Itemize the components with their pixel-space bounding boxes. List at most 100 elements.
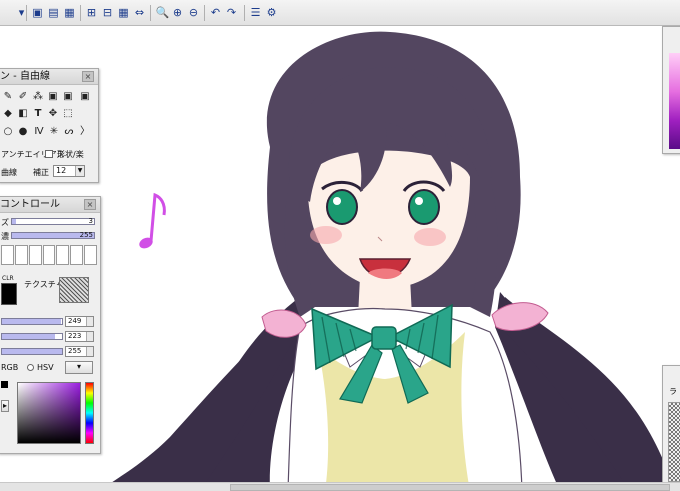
hsv-radio[interactable] xyxy=(27,364,34,371)
blur-tool-icon[interactable]: ▣ xyxy=(62,91,74,103)
control-panel: コントロール × ズ 3 濃 255 CLR テクスチャ 249 223 255… xyxy=(0,196,101,454)
curve-label: 曲線 xyxy=(1,168,17,177)
color-mode-dropdown[interactable]: ▾ xyxy=(65,361,93,374)
redo-icon: ↷ xyxy=(226,5,237,19)
main-toolbar: ▾ ▣ ▤ ▦ ⊞ ⊟ ▦ ⇔ 🔍 ⊕ ⊖ ↶ ↷ ☰ ⚙ xyxy=(0,0,680,26)
rgb-label: RGB xyxy=(1,363,19,372)
fit-width-icon[interactable]: ⇔ xyxy=(132,5,147,20)
green-slider-fill xyxy=(2,334,55,339)
stamp-tool-icon[interactable]: ▣ xyxy=(47,91,59,103)
clr-label[interactable]: CLR xyxy=(2,275,14,282)
control-panel-close-button[interactable]: × xyxy=(84,199,96,210)
table-view-icon[interactable]: ▦ xyxy=(116,5,131,20)
zoom-fit-icon[interactable]: 🔍 xyxy=(154,5,170,20)
blue-slider-fill xyxy=(2,349,62,354)
filled-circle-shape-icon[interactable]: ● xyxy=(17,126,29,138)
blue-value-field[interactable]: 255 xyxy=(65,346,94,357)
eraser-tool-icon[interactable]: ▣ xyxy=(79,91,91,103)
settings-tool-icon: ⚙ xyxy=(266,5,277,19)
horizontal-scrollbar[interactable] xyxy=(0,482,680,491)
size-slider[interactable]: 3 xyxy=(11,217,95,225)
pen-tool-icon[interactable]: ✎ xyxy=(2,91,14,103)
zoom-out-icon[interactable]: ⊖ xyxy=(186,5,201,20)
brush-preset-6-icon[interactable] xyxy=(70,245,84,265)
zoom-in-icon: ⊕ xyxy=(172,5,183,19)
settings-tool-icon[interactable]: ⚙ xyxy=(264,5,279,20)
circle-shape-icon[interactable]: ○ xyxy=(2,126,14,138)
correction-label: 補正 xyxy=(33,168,49,177)
zoom-in-icon[interactable]: ⊕ xyxy=(170,5,185,20)
chevron-right-icon: ▸ xyxy=(2,401,7,410)
open-canvas-icon[interactable]: ▤ xyxy=(46,5,61,20)
brush-preset-5-icon[interactable] xyxy=(56,245,70,265)
hue-slider[interactable] xyxy=(85,382,94,444)
music-note-decoration xyxy=(139,192,166,249)
chevron-down-icon: ▾ xyxy=(76,362,81,371)
brush-preset-2-icon[interactable] xyxy=(14,245,28,265)
scrollbar-thumb[interactable] xyxy=(230,484,670,491)
select-tool-icon[interactable]: ⬚ xyxy=(62,108,74,120)
layer-panel-title[interactable]: ラ xyxy=(669,386,677,397)
palette-grid[interactable] xyxy=(669,53,680,149)
character-illustration xyxy=(100,31,675,491)
zoom-out-icon: ⊖ xyxy=(188,5,199,19)
brush-tool-icon[interactable]: ✐ xyxy=(17,91,29,103)
color-reset-button[interactable]: ▸ xyxy=(1,400,9,412)
green-value: 223 xyxy=(68,332,82,340)
undo-icon[interactable]: ↶ xyxy=(208,5,223,20)
freeline-shape-icon[interactable]: Ⅳ xyxy=(33,126,45,138)
redo-icon[interactable]: ↷ xyxy=(224,5,239,20)
toolbar-separator xyxy=(204,5,205,21)
drawing-canvas[interactable] xyxy=(0,27,680,491)
brush-preset-7-icon[interactable] xyxy=(84,245,98,265)
tool-panel-close-button[interactable]: × xyxy=(82,71,94,82)
red-slider[interactable] xyxy=(1,318,63,325)
toolbar-separator xyxy=(80,5,81,21)
red-spin-icon[interactable] xyxy=(86,317,93,326)
fill-tool-icon[interactable]: ◆ xyxy=(2,108,14,120)
gradient-tool-icon[interactable]: ◧ xyxy=(17,108,29,120)
brush-preset-3-icon[interactable] xyxy=(28,245,42,265)
table-view-icon: ▦ xyxy=(118,5,129,19)
layout-view-icon[interactable]: ⊟ xyxy=(100,5,115,20)
hsv-label: HSV xyxy=(37,363,54,372)
undo-icon: ↶ xyxy=(210,5,221,19)
red-value-field[interactable]: 249 xyxy=(65,316,94,327)
chevron-down-icon[interactable]: ▼ xyxy=(75,166,84,176)
text-tool-icon[interactable]: T xyxy=(32,108,44,120)
texture-preview[interactable] xyxy=(59,277,89,303)
grid-view-icon[interactable]: ⊞ xyxy=(84,5,99,20)
correction-select[interactable]: 12 ▼ xyxy=(53,165,85,177)
menu-arrow-icon[interactable]: ▾ xyxy=(14,5,29,20)
blue-spin-icon[interactable] xyxy=(86,347,93,356)
antialias-label: アンチエイリアス xyxy=(1,150,65,159)
star-shape-icon[interactable]: ✳ xyxy=(48,126,60,138)
bezier-shape-icon[interactable]: 〉 xyxy=(79,126,91,138)
brush-preset-4-icon[interactable] xyxy=(42,245,56,265)
density-slider[interactable]: 255 xyxy=(11,231,95,239)
color-picker-square[interactable] xyxy=(17,382,81,444)
color-palette-panel xyxy=(662,26,680,154)
green-value-field[interactable]: 223 xyxy=(65,331,94,342)
new-canvas-icon[interactable]: ▣ xyxy=(30,5,45,20)
blue-slider[interactable] xyxy=(1,348,63,355)
open-canvas-icon: ▤ xyxy=(48,5,59,19)
current-color-swatch[interactable] xyxy=(1,283,17,305)
spray-tool-icon[interactable]: ⁂ xyxy=(32,91,44,103)
correction-value: 12 xyxy=(56,166,67,175)
layer-tool-icon[interactable]: ☰ xyxy=(248,5,263,20)
foreground-color-swatch[interactable] xyxy=(1,381,8,388)
zoom-fit-icon: 🔍 xyxy=(155,5,170,19)
curve-shape-icon[interactable]: ᔕ xyxy=(63,126,75,138)
size-slider-fill xyxy=(12,219,17,224)
green-spin-icon[interactable] xyxy=(86,332,93,341)
shape-checkbox[interactable] xyxy=(45,150,53,158)
move-tool-icon[interactable]: ✥ xyxy=(47,108,59,120)
menu-arrow-icon: ▾ xyxy=(18,5,25,19)
save-canvas-icon[interactable]: ▦ xyxy=(62,5,77,20)
green-slider[interactable] xyxy=(1,333,63,340)
layer-thumbnail[interactable] xyxy=(668,402,680,482)
new-canvas-icon: ▣ xyxy=(32,5,43,19)
layout-view-icon: ⊟ xyxy=(102,5,113,19)
brush-preset-1-icon[interactable] xyxy=(1,245,14,265)
